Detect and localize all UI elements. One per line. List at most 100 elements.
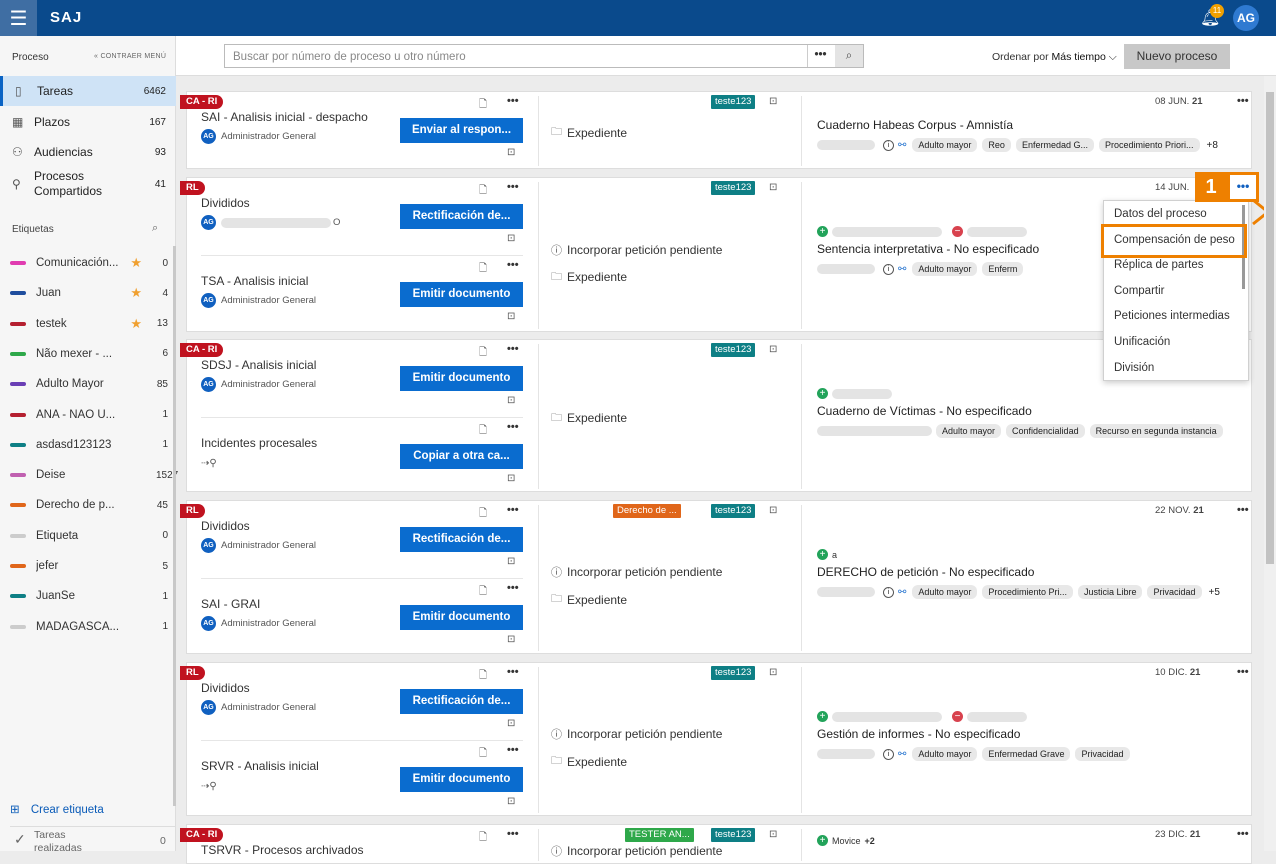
- process-card[interactable]: CA - RI SAI - Analisis inicial - despacho…: [180, 91, 1252, 169]
- task-action-button[interactable]: Enviar al respon...: [400, 118, 523, 143]
- search-input[interactable]: Buscar por número de proceso u otro núme…: [224, 44, 864, 68]
- process-label-chip[interactable]: Procedimiento Pri...: [982, 585, 1073, 599]
- process-action-link[interactable]: 🗀︎ Expediente: [551, 123, 627, 142]
- process-action-link[interactable]: ⓘ Incorporar petición pendiente: [551, 564, 722, 580]
- sidebar-item-tareas[interactable]: ▯ Tareas 6462: [0, 76, 176, 106]
- process-label-chip[interactable]: Enferm: [982, 262, 1024, 276]
- process-label-chip[interactable]: Procedimiento Priori...: [1098, 138, 1200, 152]
- tag-item[interactable]: jefer 5: [0, 554, 176, 578]
- menu-item[interactable]: Datos del proceso: [1114, 208, 1207, 220]
- process-card[interactable]: RL Divididos AG Administrador General Rectif…: [180, 662, 1252, 816]
- process-tag-chip[interactable]: teste123: [711, 504, 756, 518]
- task-more-options-button[interactable]: •••: [507, 582, 519, 594]
- document-icon[interactable]: 🗋︎: [479, 97, 487, 114]
- process-label-chip[interactable]: Privacidad: [1075, 747, 1130, 761]
- calendar-icon[interactable]: ⊡: [769, 829, 777, 840]
- process-tag-chip[interactable]: teste123: [711, 828, 756, 842]
- process-tag-chip[interactable]: Derecho de ...: [613, 504, 681, 518]
- task-title[interactable]: SRVR - Analisis inicial: [201, 759, 319, 773]
- info-icon[interactable]: i: [883, 586, 894, 598]
- task-title[interactable]: Divididos: [201, 681, 250, 695]
- sidebar-item-procesos-compartidos[interactable]: ⚲ Procesos Compartidos 41: [0, 167, 176, 201]
- menu-icon[interactable]: ☰: [0, 0, 37, 36]
- process-tag-chip[interactable]: teste123: [711, 343, 756, 357]
- task-action-button[interactable]: Emitir documento: [400, 767, 523, 792]
- tag-item[interactable]: asdasd123123 1: [0, 433, 176, 457]
- task-title[interactable]: Divididos: [201, 519, 250, 533]
- process-label-chip[interactable]: Reo: [982, 138, 1011, 152]
- menu-item[interactable]: Unificación: [1114, 336, 1170, 348]
- process-action-link[interactable]: ⓘ Incorporar petición pendiente: [551, 843, 722, 859]
- calendar-icon[interactable]: ⊡: [769, 505, 777, 516]
- process-label-chip[interactable]: Enfermedad G...: [1015, 138, 1094, 152]
- menu-item[interactable]: Peticiones intermedias: [1114, 310, 1230, 322]
- process-more-options-button[interactable]: •••: [1237, 95, 1249, 107]
- menu-item[interactable]: División: [1114, 362, 1154, 374]
- process-action-link[interactable]: 🗀︎ Expediente: [551, 409, 627, 428]
- task-action-button[interactable]: Emitir documento: [400, 366, 523, 391]
- menu-item[interactable]: Réplica de partes: [1114, 259, 1204, 271]
- task-more-options-button[interactable]: •••: [507, 95, 519, 107]
- task-title[interactable]: SAI - Analisis inicial - despacho: [201, 110, 368, 124]
- process-label-chip[interactable]: Adulto mayor: [912, 747, 978, 761]
- task-title[interactable]: TSA - Analisis inicial: [201, 274, 308, 288]
- task-action-button[interactable]: Rectificación de...: [400, 204, 523, 229]
- collapse-menu-button[interactable]: « CONTRAER MENÚ: [94, 53, 166, 60]
- user-avatar[interactable]: AG: [1233, 5, 1259, 31]
- plus-circle-icon[interactable]: +: [817, 711, 828, 722]
- document-icon[interactable]: 🗋︎: [479, 423, 487, 440]
- process-label-chip[interactable]: Adulto mayor: [912, 262, 978, 276]
- main-scrollbar-thumb[interactable]: [1266, 92, 1274, 564]
- task-more-options-button[interactable]: •••: [507, 343, 519, 355]
- task-history-icon[interactable]: ⊡: [507, 311, 515, 322]
- process-action-link[interactable]: ⓘ Incorporar petición pendiente: [551, 726, 722, 742]
- process-action-link[interactable]: ⓘ Incorporar petición pendiente: [551, 242, 722, 258]
- assign-user-icon[interactable]: ⇢⚲: [201, 458, 217, 469]
- process-card[interactable]: RL Divididos AG O Rectificación de... ⊡ 🗋︎ ••• T…: [180, 177, 1252, 332]
- tag-item[interactable]: Não mexer - ... 6: [0, 342, 176, 366]
- info-icon[interactable]: i: [883, 139, 894, 151]
- task-more-options-button[interactable]: •••: [507, 504, 519, 516]
- sort-dropdown[interactable]: Ordenar por Más tiempo ⌵: [992, 51, 1117, 64]
- tag-item[interactable]: testek ★ 13: [0, 312, 176, 336]
- document-icon[interactable]: 🗋︎: [479, 183, 487, 200]
- plus-circle-icon[interactable]: +: [817, 226, 828, 237]
- info-icon[interactable]: i: [883, 748, 894, 760]
- star-icon[interactable]: ★: [130, 255, 142, 271]
- process-label-chip[interactable]: Justicia Libre: [1077, 585, 1143, 599]
- info-icon[interactable]: i: [883, 263, 894, 275]
- process-tag-chip[interactable]: teste123: [711, 95, 756, 109]
- process-title[interactable]: DERECHO de petición - No especificado: [817, 565, 1034, 579]
- process-title[interactable]: Cuaderno de Víctimas - No especificado: [817, 404, 1032, 418]
- search-options-button[interactable]: •••: [807, 45, 833, 67]
- process-title[interactable]: Gestión de informes - No especificado: [817, 727, 1020, 741]
- task-more-options-button[interactable]: •••: [507, 259, 519, 271]
- tag-item[interactable]: Deise 1527: [0, 463, 178, 487]
- calendar-icon[interactable]: ⊡: [769, 344, 777, 355]
- task-title[interactable]: Incidentes procesales: [201, 436, 317, 450]
- process-label-chip[interactable]: Confidencialidad: [1006, 424, 1085, 438]
- document-icon[interactable]: 🗋︎: [479, 506, 487, 523]
- menu-item[interactable]: Compartir: [1114, 285, 1164, 297]
- tag-item[interactable]: Derecho de p... 45: [0, 493, 176, 517]
- tag-item[interactable]: ANA - NÃO U... 1: [0, 403, 176, 427]
- task-more-options-button[interactable]: •••: [507, 828, 519, 840]
- main-scrollbar[interactable]: [1264, 76, 1276, 851]
- plus-circle-icon[interactable]: +: [817, 388, 828, 399]
- hierarchy-icon[interactable]: ⚯: [898, 749, 906, 760]
- task-more-options-button[interactable]: •••: [507, 181, 519, 193]
- tag-item[interactable]: JuanSe 1: [0, 584, 176, 608]
- tag-item[interactable]: Etiqueta 0: [0, 524, 176, 548]
- tag-item[interactable]: Comunicación... ★ 0: [0, 251, 176, 275]
- process-card[interactable]: CA - RI TSRVR - Procesos archivados 🗋︎ ••• ⓘ…: [180, 824, 1252, 864]
- process-label-chip[interactable]: Adulto mayor: [912, 138, 978, 152]
- tag-search-icon[interactable]: ⌕: [152, 222, 158, 235]
- task-history-icon[interactable]: ⊡: [507, 147, 515, 158]
- hierarchy-icon[interactable]: ⚯: [898, 140, 906, 151]
- sidebar-item-audiencias[interactable]: ⚇ Audiencias 93: [0, 137, 176, 167]
- create-tag-button[interactable]: ⊞ Crear etiqueta: [10, 802, 104, 816]
- process-more-options-button[interactable]: •••: [1237, 666, 1249, 678]
- calendar-icon[interactable]: ⊡: [769, 182, 777, 193]
- process-more-options-button[interactable]: •••: [1237, 828, 1249, 840]
- process-action-link[interactable]: 🗀︎ Expediente: [551, 268, 627, 287]
